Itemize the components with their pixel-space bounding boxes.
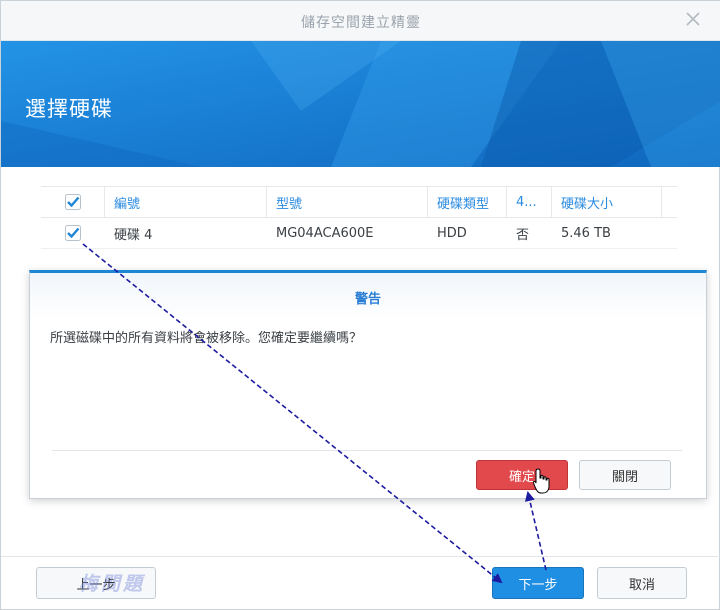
confirm-button[interactable]: 確定 <box>476 460 568 490</box>
header-banner: 選擇硬碟 <box>1 41 720 167</box>
watermark-logo: 梅問題 <box>79 573 146 595</box>
wizard-window: 儲存空間建立精靈 選擇硬碟 編號 型號 硬碟類型 4... 硬碟大小 硬碟 4 … <box>0 0 720 610</box>
select-all-cell[interactable] <box>41 187 104 217</box>
table-header: 編號 型號 硬碟類型 4... 硬碟大小 <box>41 186 677 218</box>
cell-number: 硬碟 4 <box>114 227 153 243</box>
row-checkbox-icon[interactable] <box>64 225 81 241</box>
table-row[interactable]: 硬碟 4 MG04ACA600E HDD 否 5.46 TB <box>41 218 677 249</box>
column-header-filler <box>661 187 677 217</box>
row-checkbox-cell[interactable] <box>41 218 104 248</box>
dialog-message: 所選磁碟中的所有資料將會被移除。您確定要繼續嗎？ <box>50 331 363 346</box>
next-button[interactable]: 下一步 <box>492 567 584 599</box>
cell-model: MG04ACA600E <box>276 225 374 241</box>
column-header-col4[interactable]: 4... <box>506 187 551 217</box>
window-title: 儲存空間建立精靈 <box>301 15 421 31</box>
footer-divider <box>1 556 720 557</box>
dialog-divider <box>52 450 682 451</box>
dialog-title: 警告 <box>354 292 381 307</box>
column-header-type[interactable]: 硬碟類型 <box>427 187 506 217</box>
select-all-checkbox-icon[interactable] <box>64 194 81 210</box>
dialog-header: 警告 <box>30 273 706 319</box>
page-title: 選擇硬碟 <box>25 97 113 121</box>
title-bar: 儲存空間建立精靈 <box>1 1 720 41</box>
cell-col4: 否 <box>516 227 530 243</box>
column-header-number[interactable]: 編號 <box>104 187 266 217</box>
annotation-arrow-next-to-confirm <box>524 491 547 571</box>
close-icon[interactable] <box>683 9 703 29</box>
column-header-size[interactable]: 硬碟大小 <box>551 187 661 217</box>
close-dialog-button[interactable]: 關閉 <box>579 460 671 490</box>
cell-size: 5.46 TB <box>561 225 611 241</box>
column-header-model[interactable]: 型號 <box>266 187 427 217</box>
cell-type: HDD <box>437 225 467 241</box>
disk-table: 編號 型號 硬碟類型 4... 硬碟大小 硬碟 4 MG04ACA600E HD… <box>41 186 677 249</box>
warning-dialog: 警告 所選磁碟中的所有資料將會被移除。您確定要繼續嗎？ 確定 關閉 <box>29 270 707 499</box>
cancel-button[interactable]: 取消 <box>597 567 687 599</box>
